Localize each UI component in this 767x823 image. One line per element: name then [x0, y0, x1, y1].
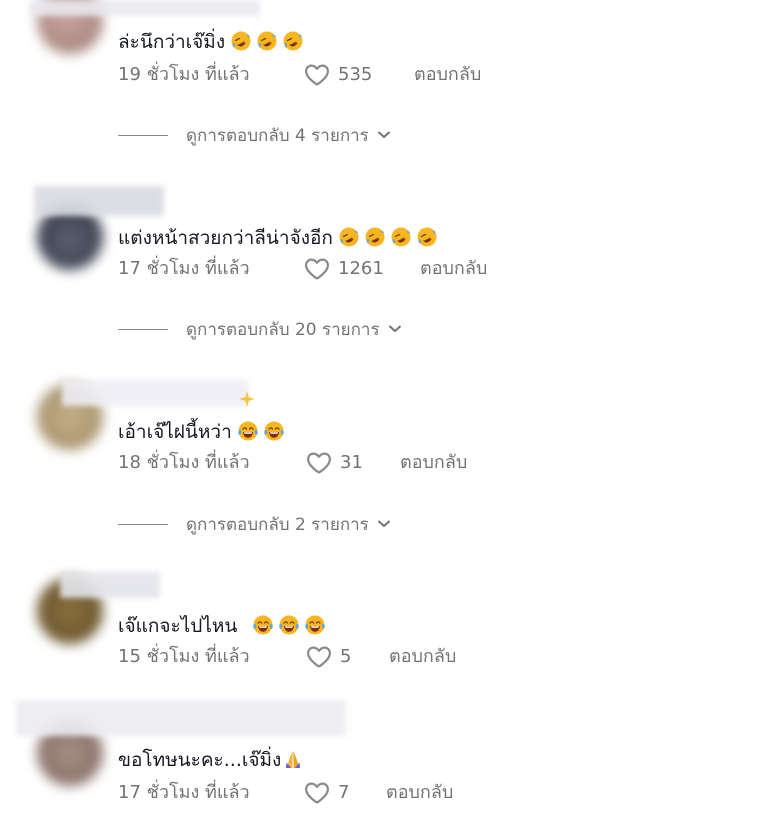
rofl-emoji — [257, 31, 277, 51]
reply-button[interactable]: ตอบกลับ — [386, 780, 453, 806]
heart-icon — [306, 451, 332, 475]
tears-of-joy-emoji — [305, 615, 325, 635]
like-button[interactable]: 1261 — [304, 256, 384, 282]
like-count: 7 — [338, 782, 350, 803]
rofl-emoji — [417, 227, 437, 247]
divider-line — [118, 328, 168, 330]
reply-button[interactable]: ตอบกลับ — [420, 256, 487, 282]
reply-button[interactable]: ตอบกลับ — [414, 62, 481, 88]
heart-icon — [304, 257, 330, 281]
sparkles-icon — [238, 390, 256, 408]
comment-body: ล่ะนึกว่าเจ๊มิ่ง — [118, 31, 226, 53]
like-count: 31 — [340, 452, 363, 473]
username-blurred — [34, 186, 164, 216]
comment-text: ล่ะนึกว่าเจ๊มิ่ง — [118, 30, 303, 54]
like-count: 1261 — [338, 258, 384, 279]
divider-line — [118, 523, 168, 525]
view-replies-label: ดูการตอบกลับ 2 รายการ — [186, 514, 369, 535]
tears-of-joy-emoji — [279, 615, 299, 635]
heart-icon — [304, 63, 330, 87]
comment-text: เอ้าเจ๊ไฝนี้หว่า — [118, 420, 284, 444]
comment-meta: 19 ชั่วโมง ที่แล้ว 535 ตอบกลับ — [118, 62, 538, 88]
timestamp: 17 ชั่วโมง ที่แล้ว — [118, 782, 250, 803]
view-replies-label: ดูการตอบกลับ 4 รายการ — [186, 125, 369, 146]
rofl-emoji — [391, 227, 411, 247]
like-count: 535 — [338, 64, 373, 85]
tears-of-joy-emoji — [253, 615, 273, 635]
comment-text: แต่งหน้าสวยกว่าลีน่าจังอีก — [118, 226, 437, 250]
comment-text: ขอโทษนะคะ...เจ๊มิ่ง — [118, 748, 303, 772]
comment-body: เอ้าเจ๊ไฝนี้หว่า — [118, 421, 232, 443]
username-blurred — [16, 700, 346, 736]
chevron-down-icon — [377, 519, 391, 529]
comment-body: เจ๊แกจะไปไหน — [118, 615, 238, 637]
username-blurred — [60, 572, 160, 598]
view-replies-button[interactable]: ดูการตอบกลับ 2 รายการ — [118, 512, 391, 536]
timestamp: 18 ชั่วโมง ที่แล้ว — [118, 452, 250, 473]
rofl-emoji — [365, 227, 385, 247]
comment-body: แต่งหน้าสวยกว่าลีน่าจังอีก — [118, 227, 333, 249]
reply-button[interactable]: ตอบกลับ — [389, 644, 456, 670]
view-replies-button[interactable]: ดูการตอบกลับ 4 รายการ — [118, 123, 391, 147]
comment-meta: 18 ชั่วโมง ที่แล้ว 31 ตอบกลับ — [118, 450, 538, 476]
rofl-emoji — [339, 227, 359, 247]
like-count: 5 — [340, 646, 352, 667]
heart-icon — [304, 781, 330, 805]
comment-meta: 17 ชั่วโมง ที่แล้ว 1261 ตอบกลับ — [118, 256, 538, 282]
username-emoji — [238, 390, 256, 413]
timestamp: 15 ชั่วโมง ที่แล้ว — [118, 646, 250, 667]
timestamp: 17 ชั่วโมง ที่แล้ว — [118, 258, 250, 279]
pray-emoji — [283, 749, 303, 769]
timestamp: 19 ชั่วโมง ที่แล้ว — [118, 64, 250, 85]
heart-icon — [306, 645, 332, 669]
like-button[interactable]: 5 — [306, 644, 351, 670]
rofl-emoji — [231, 31, 251, 51]
view-replies-button[interactable]: ดูการตอบกลับ 20 รายการ — [118, 317, 402, 341]
like-button[interactable]: 535 — [304, 62, 372, 88]
comments-screen: { "comments": [ { "text": "ล่ะนึกว่าเจ๊ม… — [0, 0, 767, 823]
comment-meta: 15 ชั่วโมง ที่แล้ว 5 ตอบกลับ — [118, 644, 538, 670]
comment-meta: 17 ชั่วโมง ที่แล้ว 7 ตอบกลับ — [118, 780, 538, 806]
username-blurred — [62, 380, 248, 406]
rofl-emoji — [283, 31, 303, 51]
username-blurred — [30, 0, 260, 16]
view-replies-label: ดูการตอบกลับ 20 รายการ — [186, 319, 380, 340]
tears-of-joy-emoji — [238, 421, 258, 441]
like-button[interactable]: 31 — [306, 450, 363, 476]
comment-text: เจ๊แกจะไปไหน — [118, 614, 325, 638]
tears-of-joy-emoji — [264, 421, 284, 441]
comment-body: ขอโทษนะคะ...เจ๊มิ่ง — [118, 749, 282, 771]
chevron-down-icon — [377, 130, 391, 140]
chevron-down-icon — [388, 324, 402, 334]
like-button[interactable]: 7 — [304, 780, 349, 806]
reply-button[interactable]: ตอบกลับ — [400, 450, 467, 476]
divider-line — [118, 134, 168, 136]
